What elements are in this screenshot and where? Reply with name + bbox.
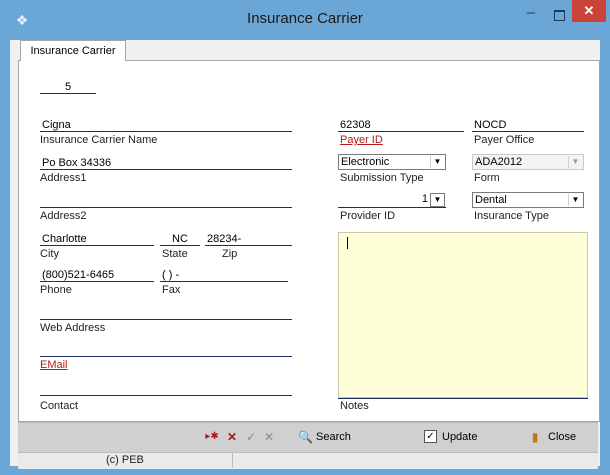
address2-input[interactable] — [40, 194, 292, 208]
zip-input[interactable]: 28234- — [205, 232, 292, 246]
save-check-icon[interactable]: ✓ — [244, 430, 258, 444]
contact-label: Contact — [40, 400, 78, 412]
update-checkbox[interactable]: ✓ — [424, 430, 437, 443]
address1-input[interactable]: Po Box 34336 — [40, 156, 292, 170]
web-address-label: Web Address — [40, 322, 106, 334]
status-separator — [232, 452, 233, 468]
payer-id-link[interactable]: Payer ID — [340, 134, 383, 147]
submission-type-value: Electronic — [341, 156, 390, 168]
address2-label: Address2 — [40, 210, 87, 222]
insurance-type-label: Insurance Type — [474, 210, 550, 222]
payer-office-input[interactable]: NOCD — [472, 118, 584, 132]
minimize-icon: – — [526, 4, 536, 21]
update-label[interactable]: Update — [442, 430, 477, 444]
tab-insurance-carrier[interactable]: Insurance Carrier — [20, 40, 126, 61]
cancel-x-icon[interactable]: ✕ — [262, 430, 276, 444]
status-bar — [18, 452, 598, 469]
maximize-button[interactable] — [548, 8, 570, 22]
email-link[interactable]: EMail — [40, 359, 68, 372]
chevron-down-icon[interactable]: ▼ — [568, 156, 582, 168]
zip-label: Zip — [222, 248, 238, 260]
state-input[interactable]: NC — [160, 232, 200, 246]
record-id-field[interactable]: 5 — [40, 80, 96, 94]
provider-id-label: Provider ID — [340, 210, 396, 222]
text-caret — [347, 237, 348, 249]
email-input[interactable] — [40, 343, 292, 357]
notes-underline — [338, 398, 588, 399]
search-button[interactable]: 🔍 Search — [296, 429, 376, 445]
submission-type-label: Submission Type — [340, 172, 424, 184]
address1-label: Address1 — [40, 172, 87, 184]
city-input[interactable]: Charlotte — [40, 232, 154, 246]
new-record-icon[interactable]: ▸✱ — [204, 430, 220, 444]
contact-input[interactable] — [40, 382, 292, 396]
close-icon: ✕ — [583, 3, 595, 18]
carrier-name-label: Insurance Carrier Name — [40, 134, 158, 146]
form-label: Form — [474, 172, 500, 184]
window-frame-left — [0, 40, 10, 475]
window-frame-right — [600, 40, 610, 475]
provider-id-value: 1 — [421, 193, 428, 205]
maximize-icon — [554, 10, 565, 21]
web-address-input[interactable] — [40, 306, 292, 320]
close-window-button[interactable]: ✕ — [572, 0, 606, 22]
search-label: Search — [316, 431, 351, 443]
provider-id-select[interactable]: 1 ▼ — [338, 192, 446, 208]
insurance-type-select[interactable]: Dental ▼ — [472, 192, 584, 208]
notes-label: Notes — [340, 400, 369, 412]
form-select[interactable]: ADA2012 ▼ — [472, 154, 584, 170]
chevron-down-icon[interactable]: ▼ — [430, 156, 444, 168]
minimize-button[interactable]: – — [518, 4, 544, 24]
notes-textarea[interactable] — [338, 232, 588, 398]
phone-input[interactable]: (800)521-6465 — [40, 268, 154, 282]
phone-label: Phone — [40, 284, 72, 296]
fax-input[interactable]: ( ) - — [160, 268, 288, 282]
payer-id-input[interactable]: 62308 — [338, 118, 464, 132]
submission-type-select[interactable]: Electronic ▼ — [338, 154, 446, 170]
form-value: ADA2012 — [475, 156, 523, 168]
search-icon: 🔍 — [298, 430, 313, 444]
close-label: Close — [548, 431, 577, 443]
delete-record-icon[interactable]: ✕ — [224, 430, 240, 444]
city-label: City — [40, 248, 59, 260]
close-button[interactable]: ▮ Close — [528, 429, 588, 445]
chevron-down-icon[interactable]: ▼ — [568, 194, 582, 206]
chevron-down-icon[interactable]: ▼ — [430, 193, 445, 207]
exit-door-icon: ▮ — [531, 430, 539, 444]
carrier-name-input[interactable]: Cigna — [40, 118, 292, 132]
insurance-type-value: Dental — [475, 194, 507, 206]
payer-office-label: Payer Office — [474, 134, 535, 146]
state-label: State — [162, 248, 188, 260]
status-text: (c) PEB — [106, 454, 144, 466]
fax-label: Fax — [162, 284, 181, 296]
